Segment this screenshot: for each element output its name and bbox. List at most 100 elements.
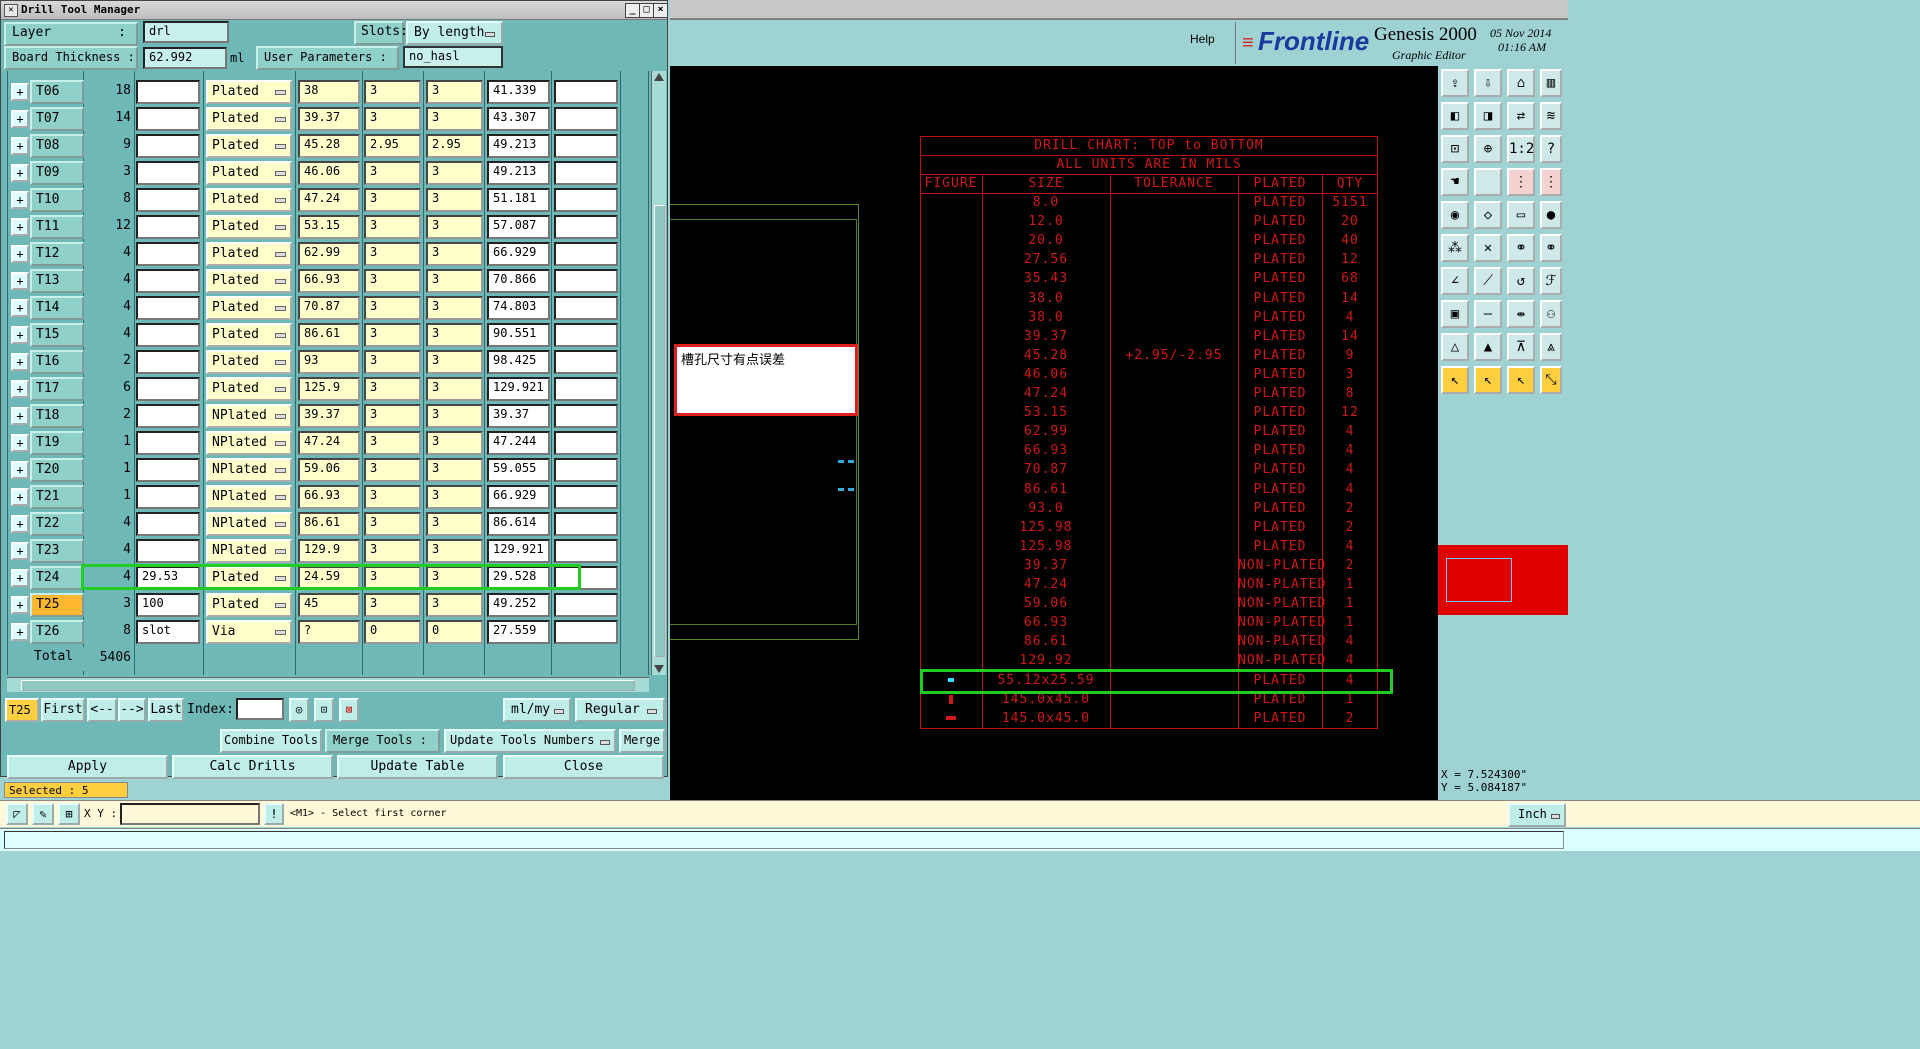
close-button[interactable]: Close	[503, 755, 664, 779]
tool-user-size-field[interactable]	[136, 134, 200, 158]
tool-size-field[interactable]: ?	[298, 620, 360, 644]
tool-user-size-field[interactable]	[136, 80, 200, 104]
expand-icon[interactable]: +	[11, 164, 29, 182]
export-icon[interactable]: ⇪	[1441, 69, 1469, 97]
tool-name[interactable]: T18	[30, 404, 84, 428]
command-line[interactable]	[0, 828, 1920, 851]
expand-icon[interactable]: +	[11, 515, 29, 533]
tool-size-field[interactable]: 45	[298, 593, 360, 617]
tool-name[interactable]: T10	[30, 188, 84, 212]
user-params-field[interactable]: no_hasl	[403, 46, 503, 68]
tol-plus-field[interactable]: 0	[364, 620, 421, 644]
layer-field[interactable]: drl	[143, 21, 229, 43]
tool-size-field[interactable]: 66.93	[298, 269, 360, 293]
tool-user-size-field[interactable]	[136, 431, 200, 455]
tol-minus-field[interactable]: 3	[426, 80, 483, 104]
tool-user-size-field[interactable]	[136, 269, 200, 293]
tool-size-field[interactable]: 59.06	[298, 458, 360, 482]
tool-type-dropdown[interactable]: Plated	[206, 242, 292, 266]
tool-type-dropdown[interactable]: NPlated	[206, 485, 292, 509]
extra-field[interactable]	[554, 431, 618, 455]
tool-size-field[interactable]: 70.87	[298, 296, 360, 320]
scroll-thumb[interactable]	[21, 680, 635, 691]
tool-name[interactable]: T06	[30, 80, 84, 104]
window-menu-icon[interactable]: ✕	[4, 4, 18, 17]
angle-icon[interactable]: ∠	[1441, 267, 1469, 295]
tool-name[interactable]: T23	[30, 539, 84, 563]
snap-icon[interactable]: ◸	[6, 803, 28, 825]
tool-size-field[interactable]: 47.24	[298, 431, 360, 455]
maximize-icon[interactable]: □	[639, 3, 654, 18]
expand-icon[interactable]: +	[11, 407, 29, 425]
finish-size-field[interactable]: 74.803	[487, 296, 550, 320]
extra-field[interactable]	[554, 377, 618, 401]
tol-plus-field[interactable]: 3	[364, 593, 421, 617]
tool-size-field[interactable]: 47.24	[298, 188, 360, 212]
expand-icon[interactable]: +	[11, 245, 29, 263]
finish-size-field[interactable]: 90.551	[487, 323, 550, 347]
tol-plus-field[interactable]: 3	[364, 431, 421, 455]
extra-field[interactable]	[554, 593, 618, 617]
pointer4-icon[interactable]: ⤡	[1540, 366, 1562, 394]
extra-field[interactable]	[554, 404, 618, 428]
expand-icon[interactable]: +	[11, 569, 29, 587]
tool-type-dropdown[interactable]: NPlated	[206, 404, 292, 428]
center-icon[interactable]: ⊕	[1474, 135, 1502, 163]
expand-icon[interactable]: +	[11, 623, 29, 641]
tool-type-dropdown[interactable]: Plated	[206, 296, 292, 320]
expand-icon[interactable]: +	[11, 434, 29, 452]
tool-type-dropdown[interactable]: Plated	[206, 350, 292, 374]
dot-icon[interactable]: ●	[1540, 201, 1562, 229]
tool-name[interactable]: T25	[30, 593, 84, 617]
finish-size-field[interactable]: 49.213	[487, 134, 550, 158]
expand-icon[interactable]: +	[11, 137, 29, 155]
clear-icon[interactable]: ⊠	[339, 698, 359, 722]
blank-icon[interactable]	[1474, 168, 1502, 196]
snake-icon[interactable]: ≋	[1540, 102, 1562, 130]
tool-type-dropdown[interactable]: Plated	[206, 161, 292, 185]
update-tools-numbers-dropdown[interactable]: Update Tools Numbers	[444, 729, 616, 753]
grid-icon[interactable]: ⊞	[58, 803, 80, 825]
group-icon[interactable]: ⚇	[1540, 300, 1562, 328]
finish-size-field[interactable]: 59.055	[487, 458, 550, 482]
tool-size-field[interactable]: 93	[298, 350, 360, 374]
net-icon[interactable]: ⁂	[1441, 234, 1469, 262]
finish-size-field[interactable]: 66.929	[487, 242, 550, 266]
expand-icon[interactable]: +	[11, 488, 29, 506]
tol-minus-field[interactable]: 3	[426, 431, 483, 455]
expand-icon[interactable]: +	[11, 542, 29, 560]
tol-minus-field[interactable]: 2.95	[426, 134, 483, 158]
expand-icon[interactable]: +	[11, 326, 29, 344]
tool-user-size-field[interactable]: 100	[136, 593, 200, 617]
units-dropdown[interactable]: Inch	[1508, 803, 1566, 827]
expand-icon[interactable]: +	[11, 218, 29, 236]
tool-user-size-field[interactable]	[136, 323, 200, 347]
tool-type-dropdown[interactable]: Plated	[206, 107, 292, 131]
tool-name[interactable]: T14	[30, 296, 84, 320]
tool-type-dropdown[interactable]: Plated	[206, 593, 292, 617]
first-button[interactable]: First	[41, 698, 85, 722]
tol-minus-field[interactable]: 3	[426, 377, 483, 401]
extra-field[interactable]	[554, 80, 618, 104]
tool-user-size-field[interactable]	[136, 458, 200, 482]
finish-size-field[interactable]: 66.929	[487, 485, 550, 509]
tol-minus-field[interactable]: 3	[426, 269, 483, 293]
tol-minus-field[interactable]: 3	[426, 323, 483, 347]
link2-icon[interactable]: ⚭	[1540, 234, 1562, 262]
tool-size-field[interactable]: 39.37	[298, 404, 360, 428]
extra-field[interactable]	[554, 512, 618, 536]
extra-field[interactable]	[554, 242, 618, 266]
tool-size-field[interactable]: 62.99	[298, 242, 360, 266]
extra-field[interactable]	[554, 458, 618, 482]
pointer2-icon[interactable]: ↖	[1474, 366, 1502, 394]
finish-size-field[interactable]: 49.213	[487, 161, 550, 185]
tol-minus-field[interactable]: 3	[426, 539, 483, 563]
finish-size-field[interactable]: 98.425	[487, 350, 550, 374]
index-field[interactable]	[236, 698, 284, 720]
tool-user-size-field[interactable]	[136, 404, 200, 428]
finish-size-field[interactable]: 41.339	[487, 80, 550, 104]
measure-icon[interactable]: ⋮	[1507, 168, 1535, 196]
pointer-icon[interactable]: ↖	[1441, 366, 1469, 394]
refresh-icon[interactable]: ⊡	[314, 698, 334, 722]
scroll-thumb[interactable]	[654, 205, 665, 657]
